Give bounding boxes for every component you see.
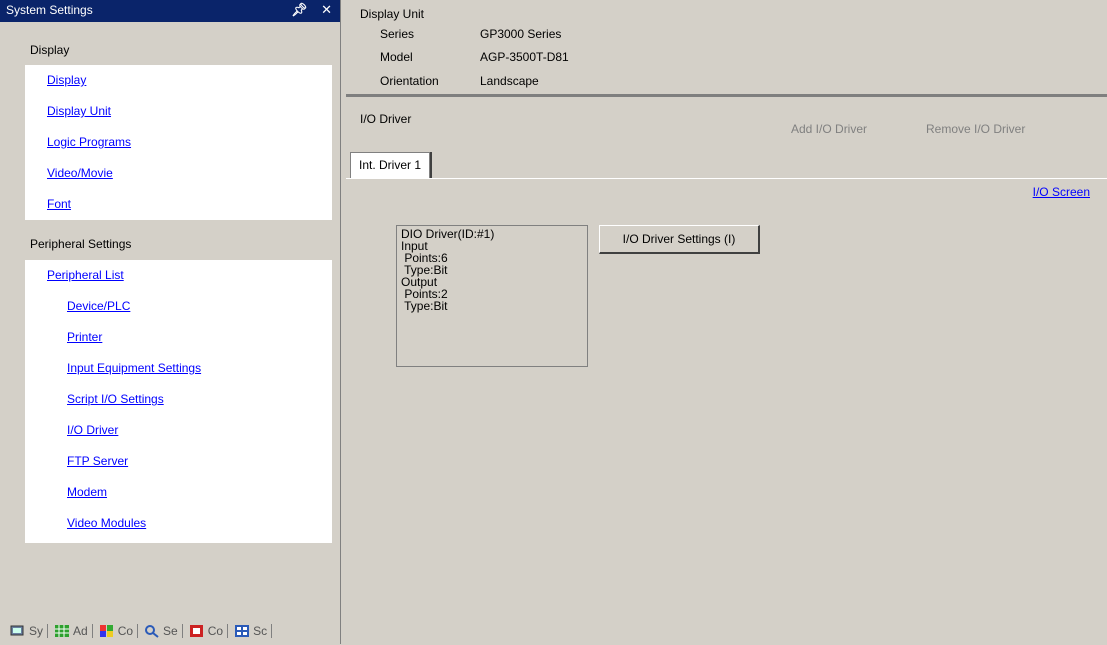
- io-driver-heading: I/O Driver: [360, 112, 412, 126]
- io-driver-settings-button[interactable]: I/O Driver Settings (I): [599, 225, 760, 254]
- link-video-modules[interactable]: Video Modules: [67, 508, 146, 538]
- link-ftp-server[interactable]: FTP Server: [67, 446, 128, 476]
- series-label: Series: [380, 27, 415, 41]
- driver-tab-page: I/O Screen DIO Driver(ID:#1) Input Point…: [346, 178, 1107, 645]
- driver-line: Type:Bit: [401, 299, 448, 313]
- orientation-label: Orientation: [380, 74, 439, 88]
- tab-label: Co: [207, 624, 224, 638]
- link-logic-programs[interactable]: Logic Programs: [47, 127, 131, 157]
- driver-summary-box: DIO Driver(ID:#1) Input Points:6 Type:Bi…: [396, 225, 588, 367]
- tab-component[interactable]: Co: [189, 624, 229, 638]
- settings-list: Display Display Display Unit Logic Progr…: [25, 35, 332, 543]
- tab-search[interactable]: Se: [144, 624, 183, 638]
- display-group-body: Display Display Unit Logic Programs Vide…: [25, 65, 332, 220]
- screen-list-icon: [235, 625, 250, 637]
- link-display-unit[interactable]: Display Unit: [47, 96, 111, 126]
- link-display[interactable]: Display: [47, 65, 86, 95]
- link-printer[interactable]: Printer: [67, 322, 102, 352]
- peripheral-group-body: Peripheral List Device/PLC Printer Input…: [25, 260, 332, 543]
- tab-int-driver-1[interactable]: Int. Driver 1: [350, 152, 431, 178]
- panel-title-bar: System Settings 📌︎ ✕: [0, 0, 340, 22]
- tab-system-settings[interactable]: Sy: [10, 624, 49, 638]
- link-script-io-settings[interactable]: Script I/O Settings: [67, 384, 164, 414]
- tab-label: Sc: [253, 624, 268, 638]
- section-divider: [346, 94, 1107, 97]
- component-icon: [189, 625, 203, 637]
- search-icon: [145, 625, 159, 638]
- driver-line: DIO Driver(ID:#1): [401, 227, 495, 241]
- tab-label: Co: [117, 624, 134, 638]
- model-value: AGP-3500T-D81: [480, 50, 569, 64]
- peripheral-group-header: Peripheral Settings: [25, 229, 332, 259]
- remove-io-driver-button[interactable]: Remove I/O Driver: [926, 122, 1025, 136]
- address-icon: [55, 625, 70, 637]
- display-unit-info: Display Unit Series GP3000 Series Model …: [346, 0, 1107, 95]
- link-font[interactable]: Font: [47, 189, 71, 219]
- common-settings-icon: [99, 625, 113, 637]
- link-input-equipment-settings[interactable]: Input Equipment Settings: [67, 353, 201, 383]
- tab-label: Sy: [29, 624, 44, 638]
- tab-label: Ad: [73, 624, 88, 638]
- link-io-driver[interactable]: I/O Driver: [67, 415, 118, 445]
- tab-label: Se: [163, 624, 178, 638]
- close-icon[interactable]: ✕: [321, 2, 332, 17]
- system-settings-icon: [10, 625, 24, 636]
- panel-title: System Settings: [6, 3, 93, 17]
- link-modem[interactable]: Modem: [67, 477, 107, 507]
- link-device-plc[interactable]: Device/PLC: [67, 291, 130, 321]
- model-label: Model: [380, 50, 413, 64]
- tab-address[interactable]: Ad: [54, 624, 93, 638]
- display-group-header: Display: [25, 35, 332, 65]
- link-video-movie[interactable]: Video/Movie: [47, 158, 113, 188]
- display-unit-heading: Display Unit: [360, 7, 425, 21]
- add-io-driver-button[interactable]: Add I/O Driver: [791, 122, 867, 136]
- link-peripheral-list[interactable]: Peripheral List: [47, 260, 124, 290]
- orientation-value: Landscape: [480, 74, 539, 88]
- pin-icon[interactable]: 📌︎: [291, 2, 308, 17]
- main-content: Display Unit Series GP3000 Series Model …: [346, 0, 1107, 645]
- io-screen-link[interactable]: I/O Screen: [1033, 185, 1090, 199]
- series-value: GP3000 Series: [480, 27, 562, 41]
- driver-tab-strip: Int. Driver 1: [346, 152, 1107, 178]
- system-settings-panel: System Settings 📌︎ ✕ Display Display Dis…: [0, 0, 341, 644]
- tab-common-settings[interactable]: Co: [99, 624, 139, 638]
- bottom-tab-bar: Sy Ad Co Se Co Sc: [10, 620, 335, 642]
- tab-screen-list[interactable]: Sc: [234, 624, 273, 638]
